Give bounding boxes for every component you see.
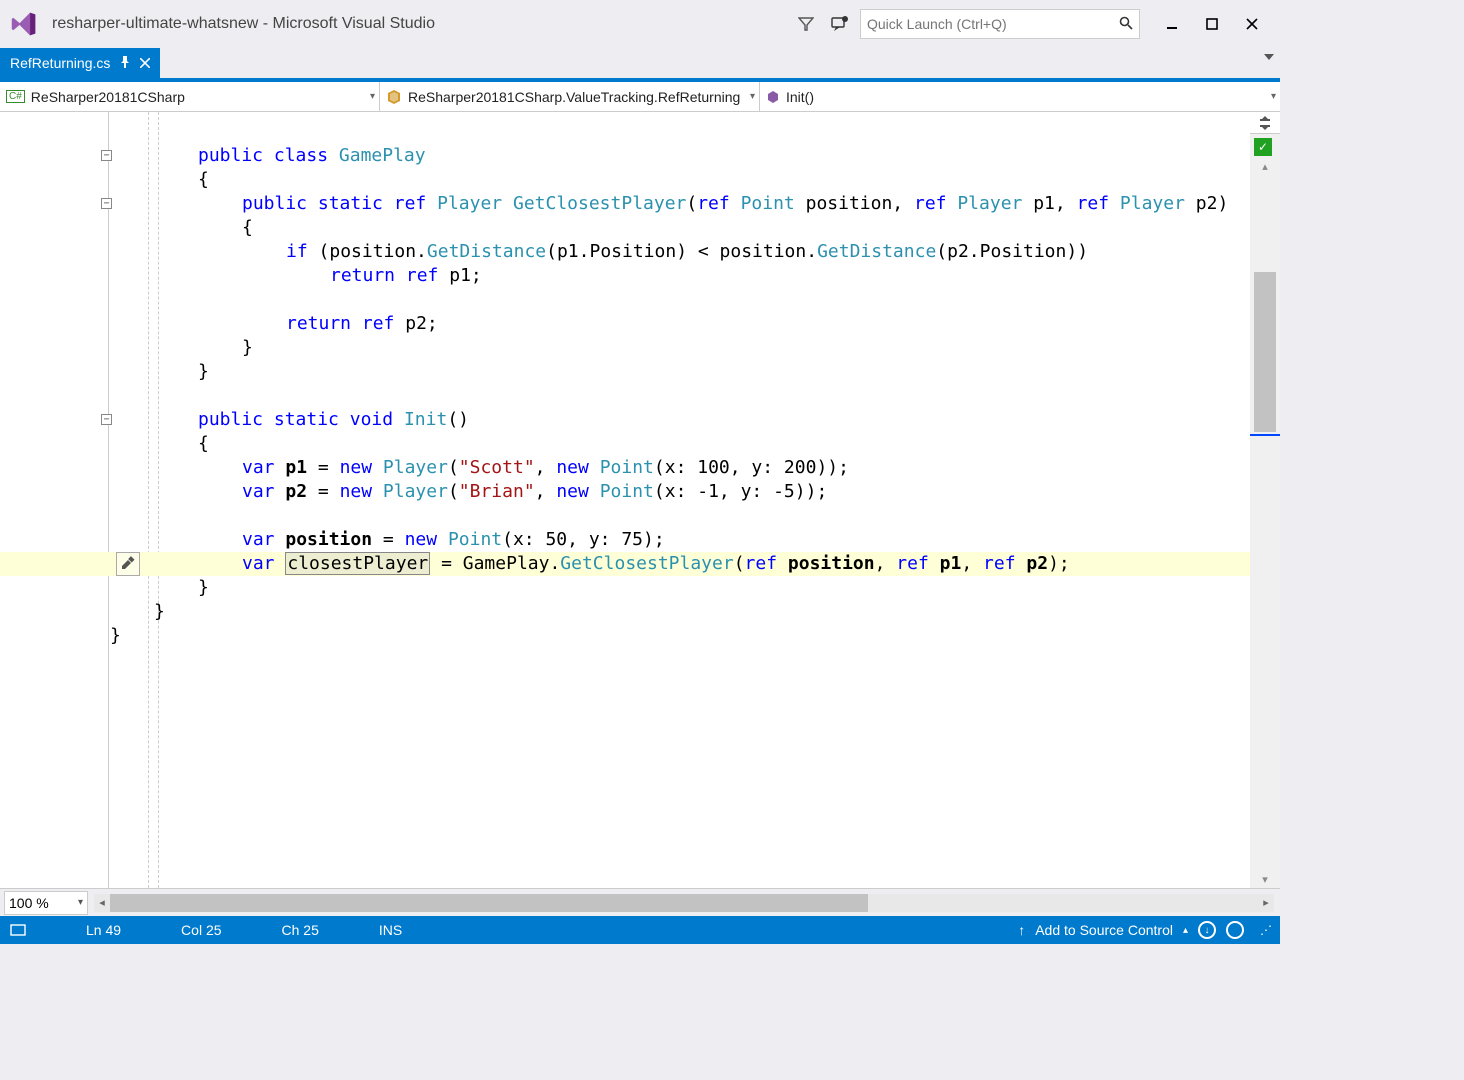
code-line[interactable]: } [0,336,1250,360]
feedback-icon[interactable] [830,14,850,34]
nav-type-dropdown[interactable]: ReSharper20181CSharp.ValueTracking.RefRe… [380,82,760,111]
status-bar: Ln 49 Col 25 Ch 25 INS ↑ Add to Source C… [0,916,1280,944]
window-controls [1152,9,1272,39]
nav-type-label: ReSharper20181CSharp.ValueTracking.RefRe… [408,89,740,105]
code-line[interactable]: return ref p2; [0,312,1250,336]
code-line[interactable]: return ref p1; [0,264,1250,288]
tab-close-icon[interactable] [140,55,150,71]
window-title: resharper-ultimate-whatsnew - Microsoft … [52,15,435,33]
fold-toggle-icon[interactable]: − [101,414,112,425]
scrollbar-thumb[interactable] [1254,272,1276,432]
status-line[interactable]: Ln 49 [86,922,121,938]
nav-member-label: Init() [786,89,814,105]
fold-toggle-icon[interactable]: − [101,198,112,209]
search-icon[interactable] [1119,16,1133,33]
resize-grip-icon[interactable]: ⋰ [1260,923,1270,937]
nav-scope-label: ReSharper20181CSharp [31,89,185,105]
code-line[interactable]: public static void Init() [0,408,1250,432]
source-control-label[interactable]: Add to Source Control [1035,922,1173,938]
tab-overflow-icon[interactable] [1264,54,1274,60]
document-tab-label: RefReturning.cs [10,55,110,71]
lightbulb-action-icon[interactable] [116,552,140,576]
horizontal-scrollbar[interactable]: ◂ ▸ [94,894,1274,912]
status-col[interactable]: Col 25 [181,922,221,938]
fold-toggle-icon[interactable]: − [101,150,112,161]
quick-launch-box[interactable] [860,9,1140,39]
minimize-button[interactable] [1152,9,1192,39]
code-line[interactable]: } [0,360,1250,384]
chevron-down-icon: ▾ [370,91,375,102]
code-line[interactable] [0,384,1250,408]
scroll-down-icon[interactable]: ▾ [1250,873,1280,886]
code-line[interactable] [0,120,1250,144]
quick-launch-input[interactable] [867,16,1119,32]
nav-member-dropdown[interactable]: Init() ▾ [760,82,1280,111]
code-line[interactable]: if (position.GetDistance(p1.Position) < … [0,240,1250,264]
zoom-dropdown[interactable]: 100 % ▾ [4,891,88,915]
maximize-button[interactable] [1192,9,1232,39]
nav-scope-dropdown[interactable]: C# ReSharper20181CSharp ▾ [0,82,380,111]
scroll-up-icon[interactable]: ▴ [1250,160,1280,173]
editor-footer: 100 % ▾ ◂ ▸ [0,888,1280,916]
code-line[interactable]: { [0,432,1250,456]
code-line[interactable] [0,504,1250,528]
csharp-file-icon: C# [6,90,25,103]
code-line[interactable]: } [0,576,1250,600]
code-line[interactable]: var position = new Point(x: 50, y: 75); [0,528,1250,552]
publish-arrow-icon[interactable]: ↑ [1018,922,1025,938]
notifications-filter-icon[interactable] [796,14,816,34]
method-icon [766,90,780,104]
status-ch[interactable]: Ch 25 [282,922,319,938]
code-line[interactable]: var p2 = new Player("Brian", new Point(x… [0,480,1250,504]
code-line[interactable]: var closestPlayer = GamePlay.GetClosestP… [0,552,1250,576]
health-indicator-icon[interactable]: ✓ [1254,138,1272,156]
task-status-icon[interactable] [1226,921,1244,939]
code-line[interactable]: var p1 = new Player("Scott", new Point(x… [0,456,1250,480]
zoom-label: 100 % [9,895,49,911]
scrollbar-track[interactable] [1250,182,1280,868]
download-updates-icon[interactable]: ↓ [1198,921,1216,939]
close-button[interactable] [1232,9,1272,39]
status-selection-icon[interactable] [10,923,26,937]
split-editor-icon[interactable] [1250,112,1280,134]
title-bar: resharper-ultimate-whatsnew - Microsoft … [0,0,1280,48]
document-tab-active[interactable]: RefReturning.cs [0,48,160,78]
code-line[interactable]: { [0,216,1250,240]
h-scrollbar-thumb[interactable] [110,894,868,912]
caret-position-mark [1250,434,1280,436]
scroll-left-icon[interactable]: ◂ [94,896,110,909]
scroll-right-icon[interactable]: ▸ [1258,896,1274,909]
code-line[interactable]: { [0,168,1250,192]
code-editor[interactable]: public class GamePlay−{public static ref… [0,112,1280,888]
code-line[interactable]: public class GamePlay [0,144,1250,168]
code-line[interactable]: } [0,624,1250,648]
chevron-down-icon: ▾ [750,91,755,102]
editor: public class GamePlay−{public static ref… [0,112,1280,888]
code-line[interactable]: } [0,600,1250,624]
code-line[interactable] [0,288,1250,312]
document-tab-well: RefReturning.cs [0,48,1280,78]
vs-logo-icon [8,8,40,40]
chevron-down-icon: ▾ [1271,91,1276,102]
pin-icon[interactable] [120,56,130,71]
chevron-up-icon[interactable]: ▴ [1183,925,1188,936]
navigation-bar: C# ReSharper20181CSharp ▾ ReSharper20181… [0,82,1280,112]
vertical-scrollbar[interactable]: ✓ ▴ ▾ [1250,112,1280,888]
status-ins[interactable]: INS [379,922,402,938]
chevron-down-icon: ▾ [78,897,83,908]
code-line[interactable]: public static ref Player GetClosestPlaye… [0,192,1250,216]
class-icon [386,89,402,105]
